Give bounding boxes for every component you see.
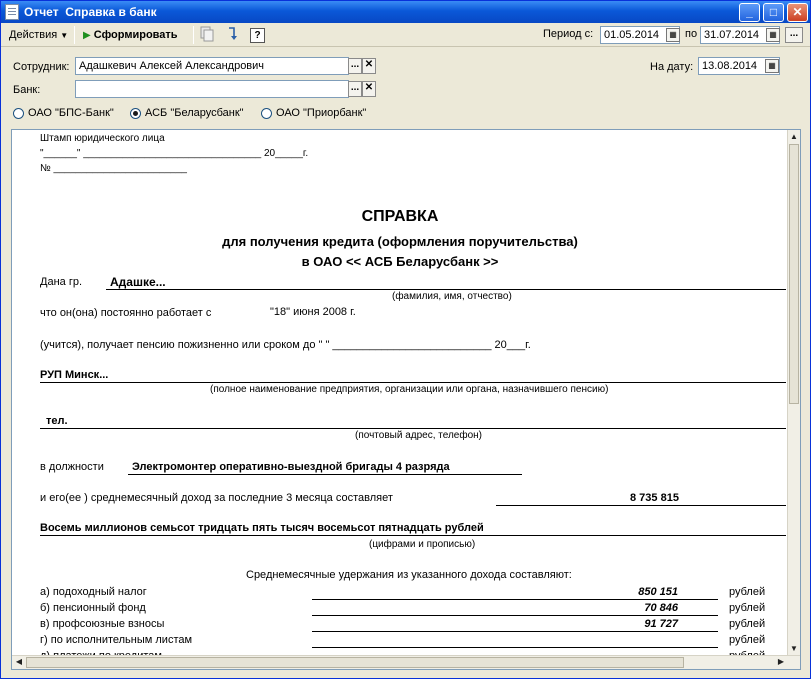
report-window: Отчет Справка в банк _ □ ✕ Действия ▼ ▶ …	[0, 0, 811, 679]
position-underline	[128, 474, 522, 475]
position-value: Электромонтер оперативно-выездной бригад…	[132, 461, 450, 473]
deduction-currency: рублей	[729, 618, 766, 630]
deduction-underline	[312, 631, 718, 632]
org-value: РУП Минск...	[40, 369, 109, 381]
actions-menu[interactable]: Действия ▼	[9, 27, 68, 44]
toolbar: Действия ▼ ▶ Сформировать ? Период с: 01…	[1, 23, 810, 47]
income-value: 8 735 815	[630, 492, 679, 504]
org-underline	[40, 382, 786, 383]
actions-label: Действия	[9, 29, 58, 41]
calendar-icon[interactable]: ▦	[666, 28, 680, 42]
employee-clear-button[interactable]: ✕	[362, 58, 376, 74]
deduction-underline	[312, 599, 718, 600]
scroll-left-icon[interactable]: ◀	[13, 656, 25, 668]
deduction-label: г) по исполнительным листам	[40, 634, 193, 646]
employee-label: Сотрудник:	[13, 61, 70, 73]
period-to-label: по	[685, 28, 698, 40]
bank-option-label: ОАО "БПС-Банк"	[28, 107, 114, 119]
period-select-button[interactable]: ...	[785, 27, 803, 43]
bank-label: Банк:	[13, 84, 41, 96]
income-words-underline	[40, 535, 786, 536]
deduction-label: б) пенсионный фонд	[40, 602, 146, 614]
document-icon	[5, 4, 19, 20]
org-hint: (полное наименование предприятия, органи…	[210, 384, 609, 395]
scroll-right-icon[interactable]: ▶	[775, 656, 787, 668]
chevron-down-icon: ▼	[60, 31, 69, 40]
bank-choose-button[interactable]: ...	[348, 81, 362, 97]
calendar-icon[interactable]: ▦	[766, 28, 780, 42]
phone-value: тел.	[46, 415, 68, 427]
calendar-icon[interactable]: ▦	[765, 59, 779, 73]
vertical-scrollbar[interactable]: ▲ ▼	[787, 130, 800, 656]
employee-field[interactable]: Адашкевич Алексей Александрович	[75, 57, 349, 75]
generate-button[interactable]: ▶ Сформировать	[83, 27, 178, 44]
period-from-value: 01.05.2014	[604, 29, 660, 41]
address-hint: (почтовый адрес, телефон)	[355, 430, 483, 441]
title-bar: Отчет Справка в банк _ □ ✕	[1, 1, 810, 23]
period-to-value: 31.07.2014	[704, 29, 760, 41]
address-underline	[40, 428, 786, 429]
bank-clear-button[interactable]: ✕	[362, 81, 376, 97]
given-label: Дана гр.	[40, 276, 83, 288]
help-button[interactable]: ?	[250, 28, 265, 43]
close-button[interactable]: ✕	[787, 3, 808, 22]
income-underline	[496, 505, 786, 506]
toolbar-separator	[74, 26, 75, 44]
doc-subtitle-1: для получения кредита (оформления поручи…	[222, 234, 578, 249]
works-value: "18" июня 2008 г.	[270, 306, 356, 318]
number-line: № ________________________	[40, 163, 187, 174]
works-label: что он(она) постоянно работает с	[40, 307, 212, 319]
scroll-up-icon[interactable]: ▲	[788, 131, 800, 143]
date-label: На дату:	[650, 61, 694, 73]
deduction-label: в) профсоюзные взносы	[40, 618, 165, 630]
doc-title: СПРАВКА	[361, 208, 439, 225]
deductions-title: Среднемесячные удержания из указанного д…	[246, 569, 572, 581]
stamp-label: Штамп юридического лица	[40, 133, 165, 144]
bank-option-label: АСБ "Беларусбанк"	[145, 107, 244, 119]
doc-subtitle-2: в ОАО << АСБ Беларусбанк >>	[301, 254, 499, 269]
generate-label: Сформировать	[93, 29, 178, 41]
name-hint: (фамилия, имя, отчество)	[392, 291, 512, 302]
report-document[interactable]: Штамп юридического лица "______" _______…	[11, 129, 801, 670]
vertical-scroll-thumb[interactable]	[789, 144, 799, 404]
bank-option-label: ОАО "Приорбанк"	[276, 107, 367, 119]
deduction-label: а) подоходный налог	[40, 586, 147, 598]
radio-belarusbank[interactable]	[130, 108, 141, 119]
income-hint: (цифрами и прописью)	[369, 539, 476, 550]
deduction-underline	[312, 647, 718, 648]
window-title: Отчет Справка в банк	[24, 5, 157, 19]
employee-choose-button[interactable]: ...	[348, 58, 362, 74]
minimize-button[interactable]: _	[739, 3, 760, 22]
toolbar-separator	[193, 26, 194, 44]
income-label: и его(ее ) среднемесячный доход за после…	[40, 492, 393, 504]
radio-bps[interactable]	[13, 108, 24, 119]
deduction-currency: рублей	[729, 602, 766, 614]
given-value: Адашке...	[110, 275, 166, 289]
scroll-down-icon[interactable]: ▼	[788, 643, 800, 655]
deduction-value: 850 151	[638, 586, 678, 598]
deduction-currency: рублей	[729, 634, 766, 646]
position-label: в должности	[40, 461, 104, 473]
refresh-arrow-icon[interactable]	[223, 26, 241, 44]
deduction-underline	[312, 615, 718, 616]
deduction-currency: рублей	[729, 586, 766, 598]
horizontal-scrollbar[interactable]: ◀ ▶	[12, 655, 800, 669]
deduction-value: 70 846	[644, 602, 678, 614]
maximize-button[interactable]: □	[763, 3, 784, 22]
bank-field[interactable]	[75, 80, 349, 98]
period-from-label: Период с:	[543, 28, 594, 40]
date-value: 13.08.2014	[702, 60, 758, 72]
radio-priorbank[interactable]	[261, 108, 272, 119]
copy-icon[interactable]	[198, 26, 216, 44]
date-line: "______" _______________________________…	[40, 148, 309, 159]
deduction-value: 91 727	[644, 618, 678, 630]
income-words: Восемь миллионов семьсот тридцать пять т…	[40, 522, 484, 534]
horizontal-scroll-thumb[interactable]	[26, 657, 684, 668]
employee-value: Адашкевич Алексей Александрович	[79, 60, 265, 72]
given-underline	[106, 289, 786, 290]
pension-line: (учится), получает пенсию пожизненно или…	[40, 339, 531, 351]
play-icon: ▶	[83, 30, 91, 41]
